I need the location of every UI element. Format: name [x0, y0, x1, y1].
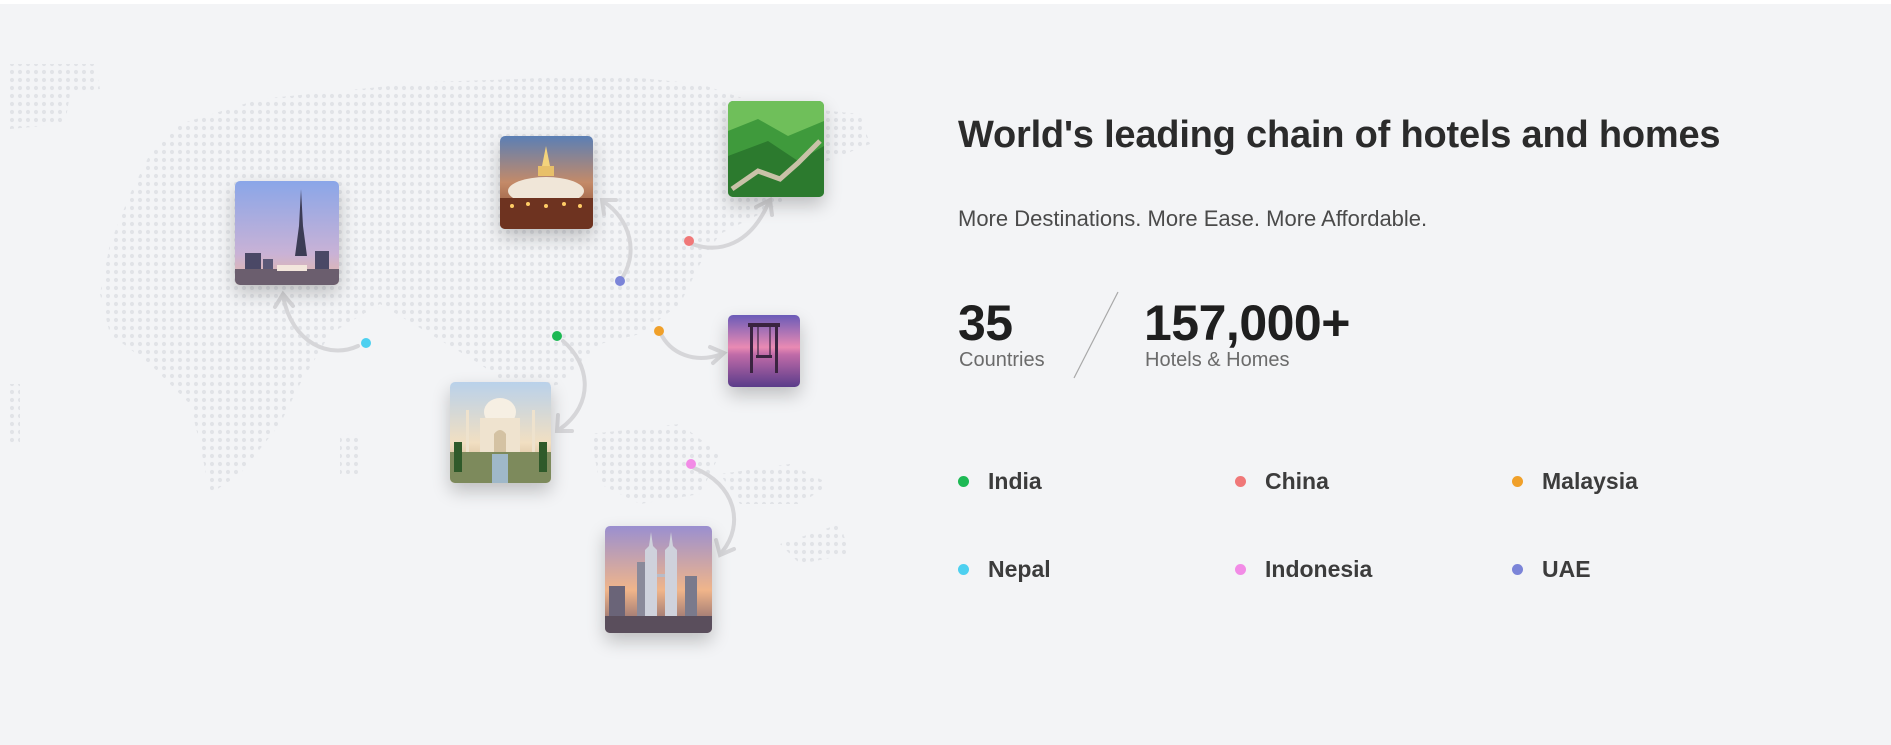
country-item-uae[interactable]: UAE	[1512, 554, 1591, 584]
country-name: Nepal	[988, 555, 1051, 582]
india-dot	[958, 475, 969, 487]
china-marker-dot	[684, 236, 694, 246]
india-marker-dot	[552, 331, 562, 341]
countries-count: 35	[958, 295, 1013, 351]
malaysia-dot	[1512, 475, 1523, 487]
boudhanath-stupa-photo	[500, 136, 593, 229]
world-map-panel	[0, 4, 900, 745]
hotels-count: 157,000+	[1144, 295, 1350, 351]
tagline: More Destinations. More Ease. More Affor…	[958, 206, 1428, 231]
country-item-india[interactable]: India	[958, 466, 1042, 496]
uae-marker-dot	[615, 276, 625, 286]
taj-mahal-photo	[450, 382, 551, 483]
country-name: UAE	[1542, 555, 1591, 582]
malaysia-marker-dot	[654, 326, 664, 336]
country-name: China	[1265, 467, 1329, 494]
indonesia-dot	[1235, 563, 1246, 575]
destinations-section: World's leading chain of hotels and home…	[0, 4, 1891, 745]
nepal-dot	[958, 563, 969, 575]
hotels-label: Hotels & Homes	[1145, 349, 1290, 371]
country-item-malaysia[interactable]: Malaysia	[1512, 466, 1638, 496]
page-title: World's leading chain of hotels and home…	[958, 114, 1721, 156]
country-item-indonesia[interactable]: Indonesia	[1235, 554, 1372, 584]
bali-swing-photo	[728, 315, 800, 387]
uae-dot	[1512, 563, 1523, 575]
stat-divider	[1073, 291, 1119, 379]
countries-label: Countries	[959, 349, 1045, 371]
great-wall-photo	[728, 101, 824, 197]
country-item-china[interactable]: China	[1235, 466, 1329, 496]
country-name: India	[988, 467, 1042, 494]
nepal-marker-dot	[361, 338, 371, 348]
indonesia-marker-dot	[686, 459, 696, 469]
china-dot	[1235, 475, 1246, 487]
country-name: Indonesia	[1265, 555, 1373, 582]
burj-khalifa-photo	[235, 181, 339, 285]
country-item-nepal[interactable]: Nepal	[958, 554, 1051, 584]
petronas-towers-photo	[605, 526, 712, 633]
country-name: Malaysia	[1542, 467, 1638, 494]
